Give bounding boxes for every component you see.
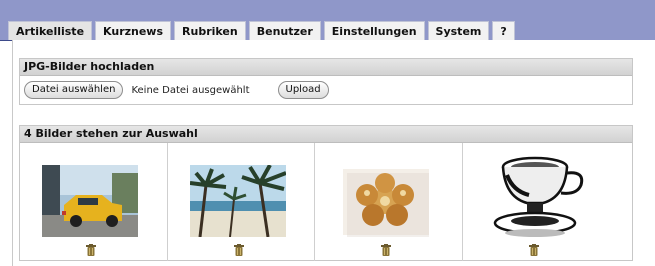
trash-icon[interactable] bbox=[86, 244, 96, 259]
palm-beach-photo[interactable] bbox=[189, 165, 286, 237]
trash-icon[interactable] bbox=[233, 244, 244, 259]
gallery-cell bbox=[168, 143, 316, 261]
trash-icon[interactable] bbox=[528, 244, 539, 259]
tab-kurznews[interactable]: Kurznews bbox=[95, 21, 172, 41]
tab-help[interactable]: ? bbox=[492, 21, 515, 41]
tab-system[interactable]: System bbox=[427, 21, 490, 41]
tab-artikelliste[interactable]: Artikelliste bbox=[8, 21, 93, 41]
choose-file-button[interactable]: Datei auswählen bbox=[24, 81, 124, 99]
gallery-cell bbox=[20, 143, 168, 261]
tab-rubriken[interactable]: Rubriken bbox=[174, 21, 246, 41]
upload-row: Datei auswählen Keine Datei ausgewählt U… bbox=[20, 76, 632, 104]
gallery-panel: 4 Bilder stehen zur Auswahl bbox=[19, 125, 633, 261]
main-tabs: Artikelliste Kurznews Rubriken Benutzer … bbox=[8, 21, 515, 42]
gallery-panel-title: 4 Bilder stehen zur Auswahl bbox=[20, 126, 632, 143]
gallery-cell bbox=[315, 143, 463, 261]
gallery-cell bbox=[463, 143, 632, 261]
no-file-label: Keine Datei ausgewählt bbox=[131, 84, 250, 96]
upload-panel-title: JPG-Bilder hochladen bbox=[20, 59, 632, 76]
coffee-cup-drawing[interactable] bbox=[486, 151, 593, 243]
yellow-car-photo[interactable] bbox=[42, 165, 138, 237]
left-border-line bbox=[0, 40, 12, 66]
upload-panel: JPG-Bilder hochladen Datei auswählen Kei… bbox=[19, 58, 633, 105]
tab-benutzer[interactable]: Benutzer bbox=[248, 21, 321, 41]
upload-button[interactable]: Upload bbox=[277, 81, 329, 99]
bread-rolls-photo[interactable] bbox=[337, 165, 434, 237]
tab-einstellungen[interactable]: Einstellungen bbox=[323, 21, 425, 41]
trash-icon[interactable] bbox=[381, 244, 392, 259]
gallery-grid bbox=[20, 143, 632, 261]
